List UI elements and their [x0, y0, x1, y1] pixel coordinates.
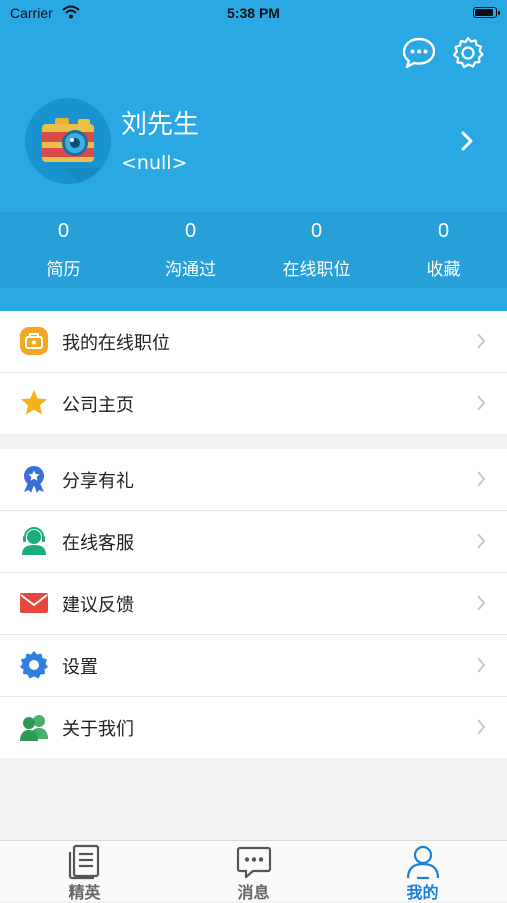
- chevron-right-icon: [477, 395, 486, 411]
- menu-item-my-online-jobs[interactable]: 我的在线职位: [0, 311, 507, 373]
- chevron-right-icon: [477, 657, 486, 673]
- stats-bar: 0 简历 0 沟通过 0 在线职位 0 收藏: [0, 212, 507, 288]
- stat-resume[interactable]: 0 简历: [0, 212, 127, 288]
- user-name: 刘先生: [121, 110, 200, 140]
- document-icon: [68, 844, 100, 880]
- menu-item-label: 设置: [62, 657, 98, 678]
- menu-item-online-service[interactable]: 在线客服: [0, 511, 507, 573]
- tab-bar: 精英 消息 我的: [0, 840, 507, 902]
- menu-group-jobs: 我的在线职位 公司主页: [0, 311, 507, 434]
- award-badge-icon: [24, 466, 44, 493]
- menu-group-general: 分享有礼 在线客服 建议反馈 设置 关于我们: [0, 449, 507, 758]
- stat-value: 0: [310, 220, 323, 242]
- tab-label: 消息: [237, 883, 270, 902]
- menu-item-feedback[interactable]: 建议反馈: [0, 573, 507, 635]
- menu-item-label: 在线客服: [62, 533, 134, 554]
- chevron-right-icon: [477, 471, 486, 487]
- profile-header: Carrier 5:38 PM 刘先生 <null> 0 简历 0 沟通过 0 …: [0, 0, 507, 311]
- people-icon: [20, 715, 48, 741]
- mail-icon: [20, 593, 48, 613]
- stat-value: 0: [184, 220, 197, 242]
- menu-item-label: 公司主页: [62, 395, 134, 416]
- customer-service-icon: [22, 527, 46, 555]
- gear-icon: [20, 651, 48, 679]
- clock: 5:38 PM: [227, 5, 280, 21]
- tab-label: 精英: [68, 883, 101, 902]
- stat-online-jobs[interactable]: 0 在线职位: [253, 212, 380, 288]
- message-icon: [236, 846, 272, 879]
- profile-icon: [406, 845, 440, 880]
- stat-contacted[interactable]: 0 沟通过: [127, 212, 254, 288]
- menu-item-company-page[interactable]: 公司主页: [0, 373, 507, 434]
- chevron-right-icon: [477, 533, 486, 549]
- menu-item-label: 我的在线职位: [62, 333, 170, 354]
- settings-gear-icon[interactable]: [451, 36, 485, 70]
- stat-label: 简历: [46, 260, 81, 280]
- battery-icon: [473, 7, 500, 18]
- status-bar: Carrier 5:38 PM: [0, 0, 507, 28]
- chevron-right-icon[interactable]: [460, 130, 474, 152]
- chevron-right-icon: [477, 333, 486, 349]
- menu-item-label: 建议反馈: [62, 595, 134, 616]
- avatar[interactable]: [25, 98, 111, 184]
- star-icon: [21, 390, 47, 415]
- tab-elite[interactable]: 精英: [0, 841, 169, 902]
- job-briefcase-icon: [20, 327, 48, 355]
- tab-messages[interactable]: 消息: [169, 841, 338, 902]
- camera-icon: [42, 118, 111, 184]
- chat-bubble-icon[interactable]: [402, 36, 436, 70]
- tab-mine[interactable]: 我的: [338, 841, 507, 902]
- tab-label: 我的: [406, 883, 439, 902]
- stat-value: 0: [437, 220, 450, 242]
- stat-value: 0: [57, 220, 70, 242]
- menu-item-share-gift[interactable]: 分享有礼: [0, 449, 507, 511]
- chevron-right-icon: [477, 719, 486, 735]
- menu-item-settings[interactable]: 设置: [0, 635, 507, 697]
- chevron-right-icon: [477, 595, 486, 611]
- menu-item-about-us[interactable]: 关于我们: [0, 697, 507, 758]
- menu-item-label: 关于我们: [62, 719, 134, 740]
- user-subtitle: <null>: [121, 152, 188, 174]
- stat-label: 沟通过: [165, 260, 216, 280]
- stat-favorites[interactable]: 0 收藏: [380, 212, 507, 288]
- menu-item-label: 分享有礼: [62, 471, 134, 492]
- stat-label: 收藏: [426, 260, 461, 280]
- stat-label: 在线职位: [282, 260, 351, 280]
